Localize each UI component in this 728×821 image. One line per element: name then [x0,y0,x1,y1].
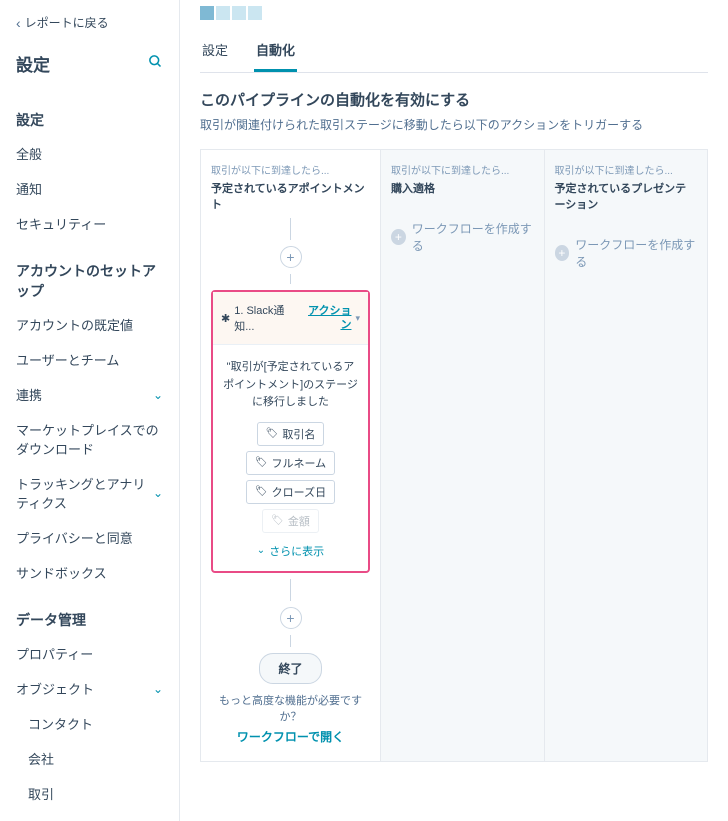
sidebar-item-label: ユーザーとチーム [16,350,119,369]
color-palette [200,6,728,20]
sidebar-item-label: プロパティー [16,644,93,663]
sidebar-title: 設定 [16,51,50,76]
token-chip[interactable]: 🏷クローズ日 [246,480,335,504]
sidebar-item[interactable]: 会社 [0,741,179,776]
stage-sublabel: 取引が以下に到達したら... [555,162,698,177]
sidebar-item[interactable]: コンタクト [0,706,179,741]
sidebar-item-label: マーケットプレイスでのダウンロード [16,420,163,458]
token-chip[interactable]: 🏷取引名 [257,422,325,446]
nav-section-title: 設定 [0,100,179,136]
chevron-down-icon: ⌄ [153,682,163,696]
card-message: "取引が[予定されているアポイントメント]のステージに移行しました [223,359,358,412]
tag-icon: 🏷 [255,457,268,468]
footer-text: もっと高度な機能が必要ですか？ [211,692,370,724]
sidebar-item[interactable]: トラッキングとアナリティクス⌄ [0,466,179,520]
tag-icon: 🏷 [266,428,279,439]
stage-title: 予定されているプレゼンテーション [555,180,698,212]
sidebar-item[interactable]: マーケットプレイスでのダウンロード [0,412,179,466]
chevron-down-icon: ⌄ [257,545,265,556]
page-title: このパイプラインの自動化を有効にする [200,89,708,110]
tab-settings[interactable]: 設定 [200,30,230,72]
card-action-link[interactable]: アクション [300,304,351,333]
sidebar-item-label: オブジェクト [16,679,94,698]
stage-sublabel: 取引が以下に到達したら... [391,162,534,177]
sidebar-item[interactable]: セキュリティー [0,206,179,241]
page-description: 取引が関連付けられた取引ステージに移動したら以下のアクションをトリガーする [200,116,708,133]
token-chip[interactable]: 🏷フルネーム [246,451,335,475]
chevron-down-icon: ⌄ [153,486,163,500]
end-pill: 終了 [259,653,321,684]
sidebar-item[interactable]: サンドボックス [0,555,179,590]
stage-title: 購入適格 [391,180,534,196]
sidebar-item[interactable]: プライバシーと同意 [0,520,179,555]
back-label: レポートに戻る [25,14,109,31]
show-more-link[interactable]: ⌄ さらに表示 [223,543,358,559]
sidebar-item-label: 通知 [16,179,42,198]
sidebar-item-label: 全般 [16,144,42,163]
sidebar-item[interactable]: 取引 [0,776,179,811]
search-icon[interactable] [148,54,163,73]
sidebar-item[interactable]: 全般 [0,136,179,171]
token-chip[interactable]: 🏷金額 [262,509,319,533]
tag-icon: 🏷 [271,515,284,526]
card-step-label: 1. Slack通知... [234,302,300,334]
sidebar-item[interactable]: プロパティー [0,636,179,671]
chevron-down-icon: ⌄ [153,388,163,402]
sidebar-item[interactable]: ユーザーとチーム [0,342,179,377]
sidebar-item-label: 会社 [28,749,54,768]
create-workflow-button[interactable]: + ワークフローを作成する [391,220,534,254]
plus-icon: + [555,245,570,261]
chevron-down-icon[interactable]: ▾ [355,313,360,324]
create-workflow-button[interactable]: + ワークフローを作成する [555,236,698,270]
chevron-left-icon: ‹ [16,15,21,31]
tab-automation[interactable]: 自動化 [254,30,297,72]
sidebar-item[interactable]: オブジェクト ⌄ [0,671,179,706]
nav-section-title: データ管理 [0,600,179,636]
sidebar-item-label: プライバシーと同意 [16,528,133,547]
add-step-button[interactable]: + [280,607,302,629]
nav-section-title: アカウントのセットアップ [0,251,179,307]
tag-icon: 🏷 [255,486,268,497]
sidebar-item-label: セキュリティー [16,214,106,233]
sidebar-item-label: アカウントの既定値 [16,315,133,334]
stage-title: 予定されているアポイントメント [211,180,370,212]
open-in-workflow-link[interactable]: ワークフローで開く [211,728,370,745]
add-step-button[interactable]: + [280,246,302,268]
slack-icon: ✱ [221,312,230,325]
sidebar-item-label: コンタクト [28,714,93,733]
sidebar-item-label: トラッキングとアナリティクス [16,474,153,512]
sidebar-item[interactable]: 連携 ⌄ [0,377,179,412]
plus-icon: + [391,229,406,245]
sidebar-item-label: サンドボックス [16,563,107,582]
sidebar-item[interactable]: 通知 [0,171,179,206]
sidebar-item[interactable]: アカウントの既定値 [0,307,179,342]
stage-sublabel: 取引が以下に到達したら... [211,162,370,177]
workflow-card[interactable]: ✱ 1. Slack通知... アクション ▾ "取引が[予定されているアポイン… [211,290,370,573]
sidebar-item-label: 取引 [28,784,54,803]
back-link[interactable]: ‹ レポートに戻る [0,10,179,45]
sidebar-item-label: 連携 [16,385,42,404]
